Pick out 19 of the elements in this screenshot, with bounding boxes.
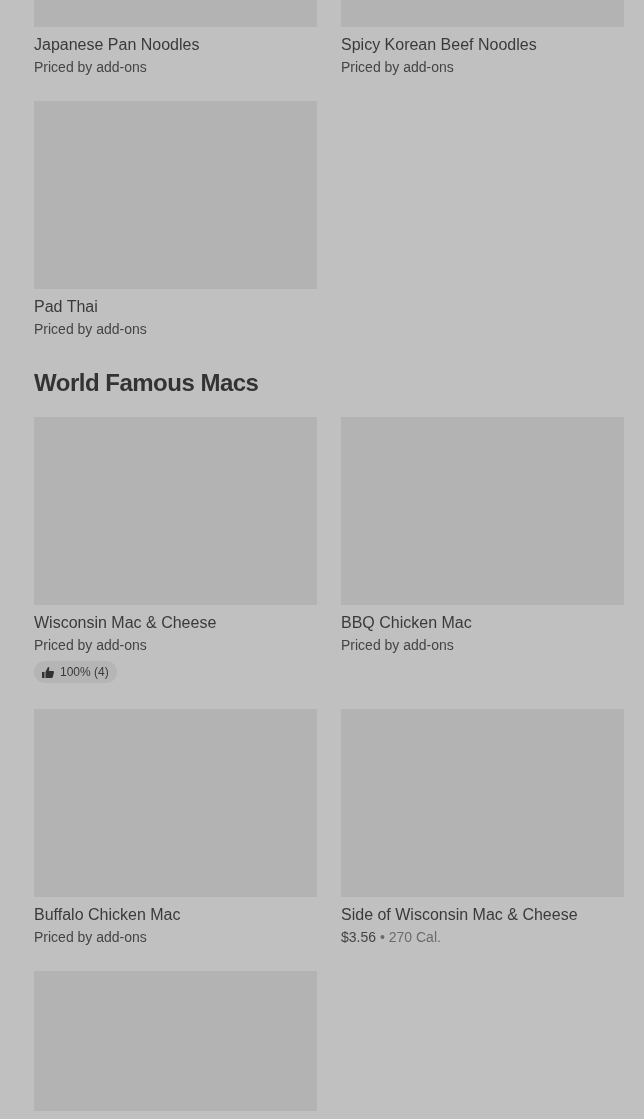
item-name[interactable]: BBQ Chicken Mac: [341, 611, 624, 635]
calorie-count: 270 Cal.: [388, 928, 441, 945]
separator: •: [379, 928, 385, 945]
item-name[interactable]: Wisconsin Mac & Cheese: [34, 611, 317, 635]
item-price: Priced by add-ons: [34, 58, 148, 77]
item-name[interactable]: Side of Wisconsin Mac & Cheese: [341, 902, 624, 927]
item-price: Priced by add-ons: [34, 636, 148, 655]
rating-text: 100% (4): [60, 664, 109, 681]
item-price: Priced by add-ons: [34, 320, 148, 339]
section-heading: World Famous Macs: [34, 368, 260, 398]
item-price: Priced by add-ons: [341, 636, 455, 655]
item-name[interactable]: Pad Thai: [34, 295, 317, 319]
item-price: $3.56: [341, 928, 377, 945]
item-name[interactable]: Spicy Korean Beef Noodles: [341, 33, 624, 57]
item-price: Priced by add-ons: [34, 927, 148, 947]
item-price: Priced by add-ons: [341, 58, 455, 77]
item-name[interactable]: Japanese Pan Noodles: [34, 33, 317, 57]
thumbs-up-icon: [42, 666, 54, 678]
item-name[interactable]: Buffalo Chicken Mac: [34, 902, 317, 927]
